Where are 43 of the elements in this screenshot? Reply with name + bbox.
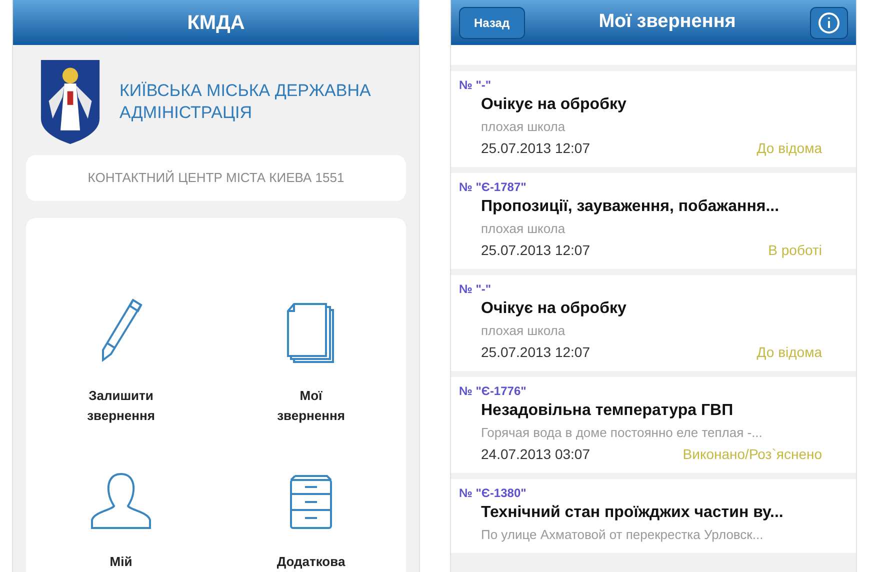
- file-cabinet-icon: [289, 474, 333, 530]
- request-title: Очікує на обробку: [481, 95, 626, 115]
- request-date: 25.07.2013 12:07: [481, 241, 590, 260]
- request-number: № "Є-1380": [459, 485, 526, 501]
- request-row[interactable]: № "Є-1776" Незадовільна температура ГВП Горячая вода в доме постоянно еле теплая -... 24.07.2013 03:07 Виконано/Роз`яснено: [451, 377, 856, 473]
- request-number: № "Є-1787": [459, 179, 526, 195]
- request-number: № "-": [459, 77, 492, 93]
- request-status: До відома: [756, 343, 822, 362]
- request-status: Виконано/Роз`яснено: [682, 445, 822, 464]
- request-row[interactable]: № "-" Очікує на обробку плохая школа 25.07.2013 12:07 До відома: [451, 71, 856, 167]
- back-button[interactable]: Назад: [459, 6, 525, 38]
- request-description: Горячая вода в доме постоянно еле теплая -...: [481, 424, 762, 442]
- screen-title: Мої звернення: [598, 10, 736, 34]
- request-title: Незадовільна температура ГВП: [481, 401, 734, 421]
- request-title: Пропозиції, зауваження, побажання...: [481, 197, 780, 217]
- request-description: плохая школа: [481, 118, 566, 136]
- request-date: 24.07.2013 03:07: [481, 445, 590, 464]
- contact-center-text: КОНТАКТНИЙ ЦЕНТР МІСТА КИЕВА 1551: [88, 169, 344, 188]
- request-number: № "-": [459, 281, 492, 297]
- request-status: В роботі: [768, 241, 822, 260]
- request-row[interactable]: № "Є-1380" Технічний стан проїжджих частин ву... По улице Ахматовой от перекрестка Урловск...: [451, 479, 856, 553]
- request-title: Очікує на обробку: [481, 299, 626, 319]
- menu-item[interactable]: Додаткова: [216, 460, 406, 572]
- request-row[interactable]: № "-" Очікує на обробку плохая школа 25.07.2013 12:07 До відома: [451, 275, 856, 371]
- request-date: 25.07.2013 12:07: [481, 343, 590, 362]
- request-description: плохая школа: [481, 220, 566, 238]
- request-row[interactable]: № "Є-1787" Пропозиції, зауваження, побажання... плохая школа 25.07.2013 12:07 В роботі: [451, 173, 856, 269]
- documents-icon: [286, 302, 336, 364]
- menu-item[interactable]: Мої звернення: [216, 294, 406, 426]
- request-status: До відома: [756, 139, 822, 158]
- organization-name: КИЇВСЬКА МІСЬКА ДЕРЖАВНА АДМІНІСТРАЦІЯ: [120, 80, 372, 124]
- menu-item[interactable]: Залишити звернення: [26, 294, 216, 426]
- request-description: По улице Ахматовой от перекрестка Урловск...: [481, 526, 764, 544]
- app-title: КМДА: [187, 10, 245, 36]
- request-number: № "Є-1776": [459, 383, 526, 399]
- menu-item[interactable]: Мій: [26, 460, 216, 572]
- request-description: плохая школа: [481, 322, 566, 340]
- info-icon: [818, 12, 840, 34]
- request-date: 25.07.2013 12:07: [481, 139, 590, 158]
- person-icon: [90, 472, 152, 530]
- request-title: Технічний стан проїжджих частин ву...: [481, 503, 784, 523]
- info-button[interactable]: [810, 6, 848, 38]
- coat-of-arms-icon: [39, 57, 102, 147]
